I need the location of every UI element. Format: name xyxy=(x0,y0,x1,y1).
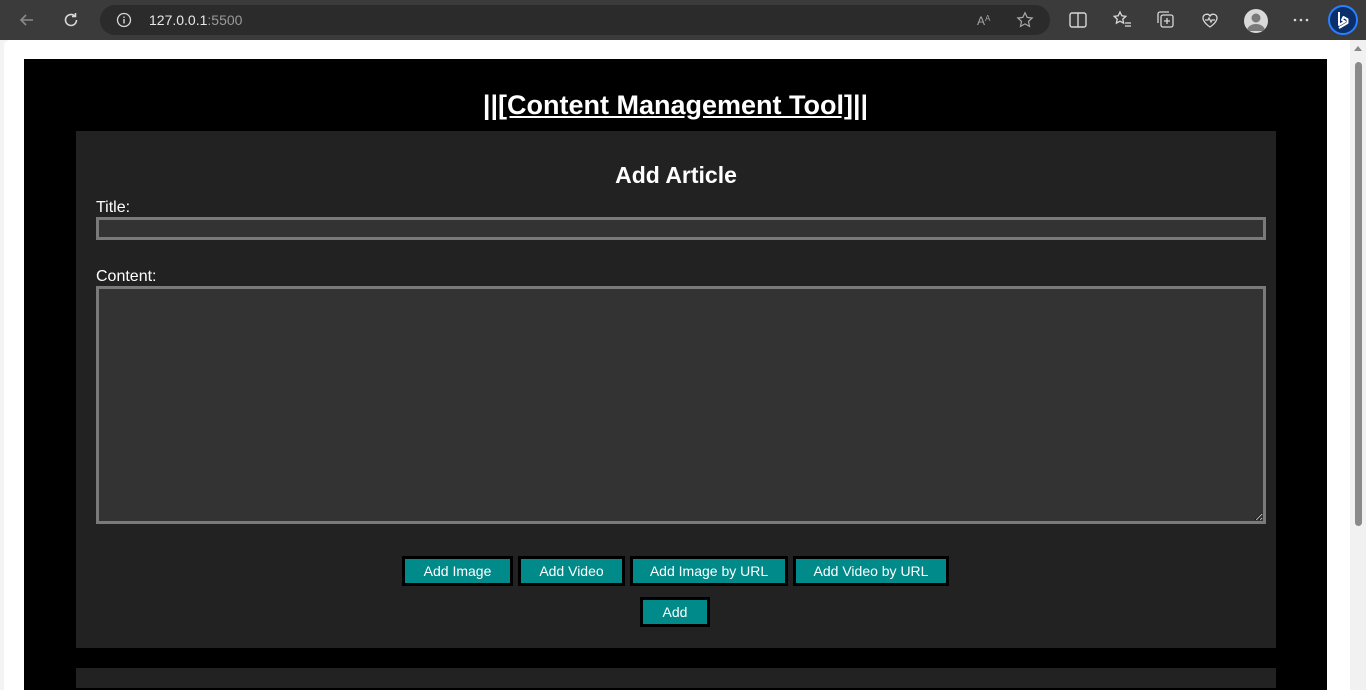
page-container: ||[Content Management Tool]|| Add Articl… xyxy=(24,59,1327,690)
add-video-button[interactable]: Add Video xyxy=(518,556,625,586)
content-textarea[interactable] xyxy=(96,286,1266,524)
browser-toolbar: 127.0.0.1:5500 AA xyxy=(0,0,1366,40)
info-icon[interactable] xyxy=(116,12,132,28)
title-prefix: || xyxy=(482,90,499,120)
profile-avatar[interactable] xyxy=(1244,9,1268,33)
add-button[interactable]: Add xyxy=(640,597,710,627)
add-image-button[interactable]: Add Image xyxy=(402,556,513,586)
back-arrow-icon[interactable] xyxy=(14,7,40,33)
more-options-icon[interactable] xyxy=(1290,9,1312,31)
site-title-link[interactable]: [Content Management Tool] xyxy=(498,90,853,120)
favorite-star-icon[interactable] xyxy=(1016,11,1034,29)
url-text[interactable]: 127.0.0.1:5500 xyxy=(149,12,242,28)
read-aloud-icon[interactable]: AA xyxy=(976,11,994,29)
title-suffix: || xyxy=(852,90,869,120)
refresh-icon[interactable] xyxy=(58,7,84,33)
url-host: 127.0.0.1 xyxy=(149,12,208,28)
add-article-panel: Add Article Title: Content: Add Image Ad… xyxy=(76,131,1276,648)
url-port: :5500 xyxy=(207,12,243,28)
bing-copilot-icon[interactable] xyxy=(1328,5,1358,35)
vertical-scrollbar[interactable] xyxy=(1350,40,1366,690)
scroll-thumb[interactable] xyxy=(1355,62,1362,526)
browser-viewport: ||[Content Management Tool]|| Add Articl… xyxy=(4,40,1366,690)
add-article-heading: Add Article xyxy=(615,162,737,188)
address-bar[interactable]: 127.0.0.1:5500 AA xyxy=(100,5,1050,35)
split-screen-icon[interactable] xyxy=(1067,9,1089,31)
site-title: ||[Content Management Tool]|| xyxy=(24,88,1327,122)
scroll-up-arrow-icon[interactable] xyxy=(1354,46,1362,51)
favorites-icon[interactable] xyxy=(1111,9,1133,31)
collections-icon[interactable] xyxy=(1155,9,1177,31)
content-label: Content: xyxy=(96,268,157,285)
svg-text:A: A xyxy=(977,14,985,28)
add-video-by-url-button[interactable]: Add Video by URL xyxy=(793,556,949,586)
title-input[interactable] xyxy=(96,217,1266,240)
next-section-edge xyxy=(76,668,1276,688)
add-image-by-url-button[interactable]: Add Image by URL xyxy=(630,556,788,586)
title-label: Title: xyxy=(96,199,131,216)
browser-essentials-icon[interactable] xyxy=(1199,9,1221,31)
svg-text:A: A xyxy=(985,14,991,23)
